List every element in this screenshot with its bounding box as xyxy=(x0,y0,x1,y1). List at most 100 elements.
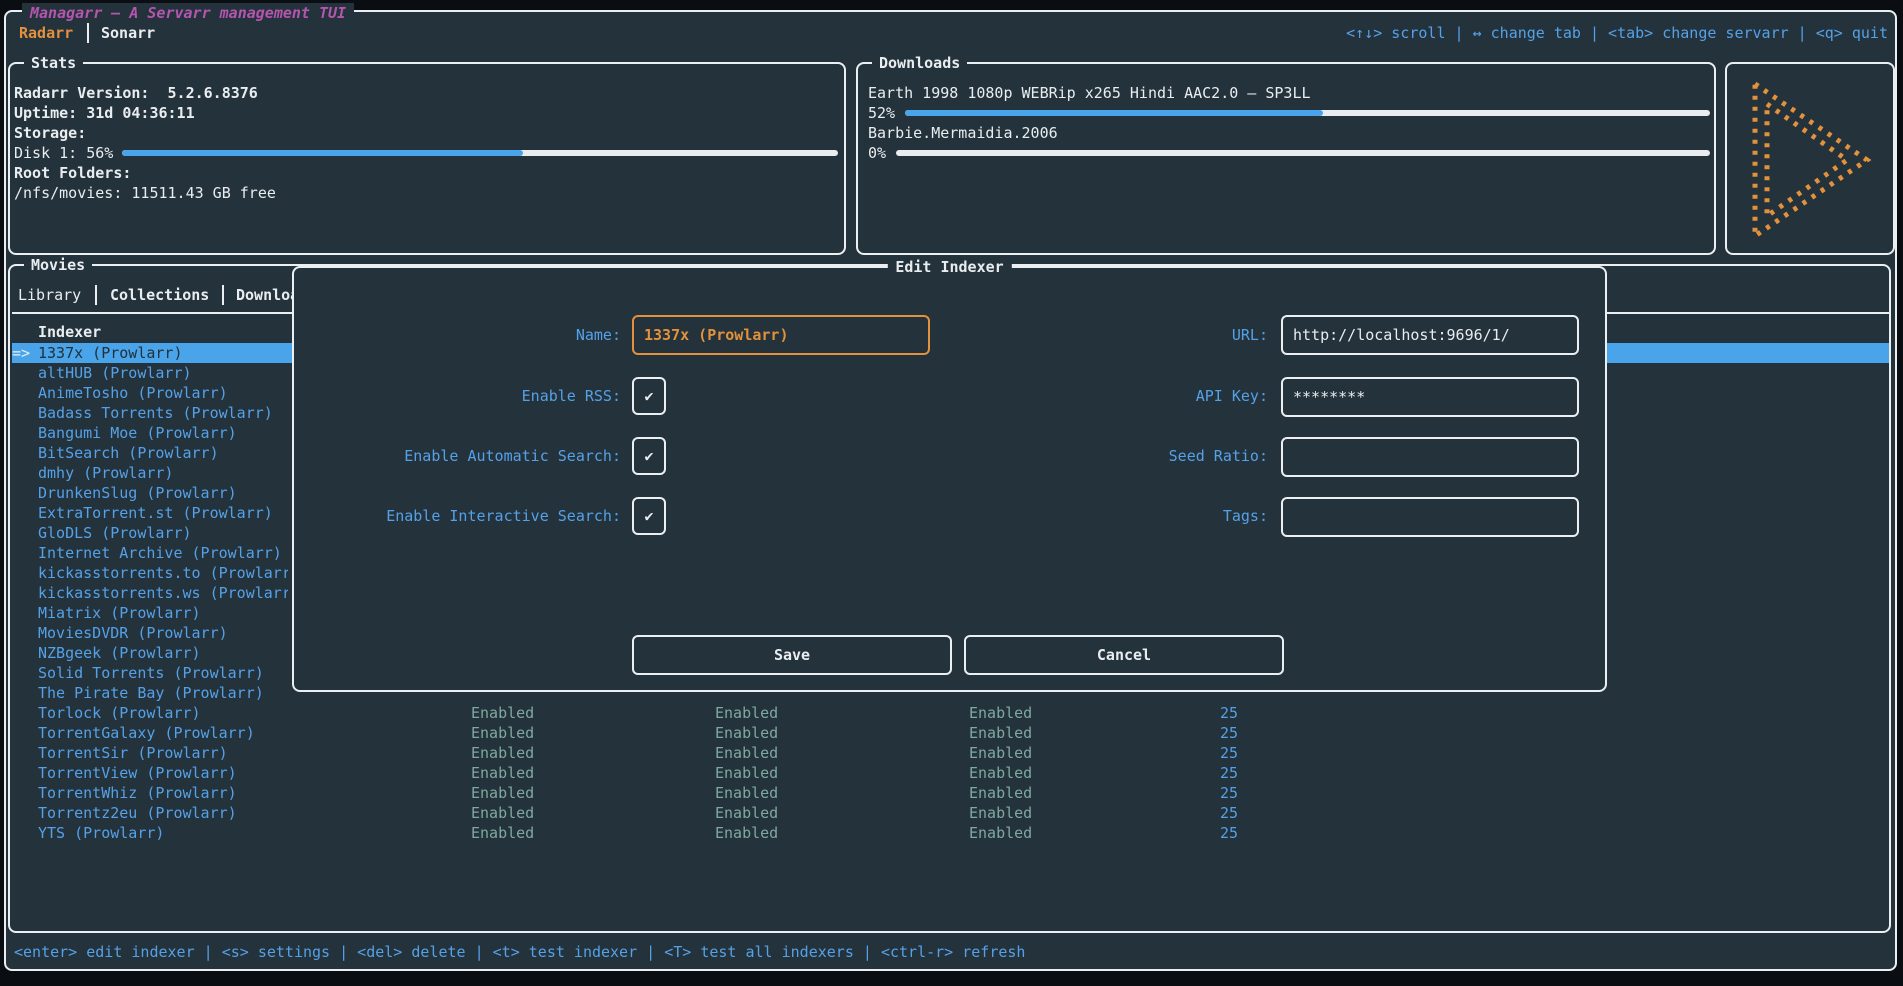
movies-panel-title: Movies xyxy=(24,255,92,275)
indexer-list-item[interactable]: kickasstorrents.to (Prowlarr) xyxy=(38,563,288,583)
indexer-priority-cell: 25 xyxy=(1150,803,1238,823)
downloads-panel-title: Downloads xyxy=(872,53,967,73)
indexer-list-item[interactable]: Torlock (Prowlarr) xyxy=(38,703,288,723)
enable-interactive-search-checkbox[interactable]: ✔ xyxy=(632,497,666,535)
indexer-enabled-cell: Enabled xyxy=(715,783,778,803)
indexer-list-item[interactable]: DrunkenSlug (Prowlarr) xyxy=(38,483,288,503)
enable-automatic-search-checkbox[interactable]: ✔ xyxy=(632,437,666,475)
stats-version: Radarr Version: 5.2.6.8376 xyxy=(14,83,258,103)
tags-input[interactable] xyxy=(1281,497,1579,537)
name-input[interactable]: 1337x (Prowlarr) xyxy=(632,315,930,355)
indexer-list-item[interactable]: GloDLS (Prowlarr) xyxy=(38,523,288,543)
indexer-list-item[interactable]: Bangumi Moe (Prowlarr) xyxy=(38,423,288,443)
api-key-input[interactable]: ******** xyxy=(1281,377,1579,417)
indexer-list-item[interactable]: AnimeTosho (Prowlarr) xyxy=(38,383,288,403)
stats-disk-label: Disk 1: 56% xyxy=(14,143,113,163)
indexer-list-item[interactable]: dmhy (Prowlarr) xyxy=(38,463,288,483)
download-progress-bar xyxy=(896,150,1710,156)
indexer-list-item[interactable]: 1337x (Prowlarr) xyxy=(38,343,288,363)
url-label: URL: xyxy=(968,325,1268,345)
indexer-list-item[interactable]: TorrentWhiz (Prowlarr) xyxy=(38,783,288,803)
indexer-priority-cell: 25 xyxy=(1150,823,1238,843)
indexer-enabled-cell: Enabled xyxy=(471,783,534,803)
api-key-label: API Key: xyxy=(968,386,1268,406)
indexer-enabled-cell: Enabled xyxy=(715,823,778,843)
seed-ratio-input[interactable] xyxy=(1281,437,1579,477)
indexer-priority-cell: 25 xyxy=(1150,703,1238,723)
indexer-enabled-cell: Enabled xyxy=(471,823,534,843)
indexer-enabled-cell: Enabled xyxy=(715,803,778,823)
movies-tab-separator xyxy=(222,285,224,305)
indexer-priority-cell: 25 xyxy=(1150,743,1238,763)
movies-tab-collections[interactable]: Collections xyxy=(110,285,209,305)
disk-usage-bar xyxy=(122,150,838,156)
tab-separator xyxy=(87,23,89,43)
stats-uptime: Uptime: 31d 04:36:11 xyxy=(14,103,195,123)
indexer-list-item[interactable]: Miatrix (Prowlarr) xyxy=(38,603,288,623)
indexer-list-item[interactable]: The Pirate Bay (Prowlarr) xyxy=(38,683,288,703)
indexer-list-item[interactable]: kickasstorrents.ws (Prowlarr) xyxy=(38,583,288,603)
managarr-screen: Managarr – A Servarr management TUI Rada… xyxy=(0,0,1903,986)
save-button[interactable]: Save xyxy=(632,635,952,675)
enable-automatic-search-label: Enable Automatic Search: xyxy=(321,446,621,466)
indexer-list-item[interactable]: MoviesDVDR (Prowlarr) xyxy=(38,623,288,643)
indexer-enabled-cell: Enabled xyxy=(715,723,778,743)
indexer-enabled-cell: Enabled xyxy=(471,703,534,723)
edit-indexer-modal: Edit Indexer Name: 1337x (Prowlarr) URL:… xyxy=(292,266,1607,692)
cancel-button[interactable]: Cancel xyxy=(964,635,1284,675)
bottom-keybinds: <enter> edit indexer | <s> settings | <d… xyxy=(14,942,1025,962)
indexer-column-header: Indexer xyxy=(38,322,101,342)
enable-rss-checkbox[interactable]: ✔ xyxy=(632,377,666,415)
indexer-enabled-cell: Enabled xyxy=(715,703,778,723)
indexer-enabled-cell: Enabled xyxy=(969,703,1032,723)
indexer-enabled-cell: Enabled xyxy=(969,743,1032,763)
movies-tab-downloads[interactable]: Downloads xyxy=(236,285,292,305)
indexer-list-item[interactable]: TorrentSir (Prowlarr) xyxy=(38,743,288,763)
indexer-priority-cell: 25 xyxy=(1150,763,1238,783)
download-item-percent: 0% xyxy=(868,143,886,163)
stats-rootfolder-line: /nfs/movies: 11511.43 GB free xyxy=(14,183,276,203)
download-item-name: Earth 1998 1080p WEBRip x265 Hindi AAC2.… xyxy=(868,83,1311,103)
indexer-enabled-cell: Enabled xyxy=(471,723,534,743)
enable-rss-label: Enable RSS: xyxy=(321,386,621,406)
tags-label: Tags: xyxy=(968,506,1268,526)
indexer-list-item[interactable]: BitSearch (Prowlarr) xyxy=(38,443,288,463)
indexer-list-item[interactable]: Badass Torrents (Prowlarr) xyxy=(38,403,288,423)
indexer-enabled-cell: Enabled xyxy=(471,803,534,823)
stats-storage-label: Storage: xyxy=(14,123,86,143)
indexer-list-item[interactable]: YTS (Prowlarr) xyxy=(38,823,288,843)
indexer-list-item[interactable]: TorrentGalaxy (Prowlarr) xyxy=(38,723,288,743)
indexer-enabled-cell: Enabled xyxy=(715,743,778,763)
indexer-list-item[interactable]: Torrentz2eu (Prowlarr) xyxy=(38,803,288,823)
movies-tab-separator xyxy=(95,285,97,305)
download-progress-bar xyxy=(905,110,1710,116)
indexer-list-item[interactable]: Solid Torrents (Prowlarr) xyxy=(38,663,288,683)
indexer-list-item[interactable]: TorrentView (Prowlarr) xyxy=(38,763,288,783)
indexer-list-item[interactable]: altHUB (Prowlarr) xyxy=(38,363,288,383)
download-item-name: Barbie.Mermaidia.2006 xyxy=(868,123,1058,143)
indexer-enabled-cell: Enabled xyxy=(715,763,778,783)
indexer-enabled-cell: Enabled xyxy=(969,723,1032,743)
selection-cursor: => xyxy=(12,343,30,363)
indexer-list-item[interactable]: NZBgeek (Prowlarr) xyxy=(38,643,288,663)
indexer-enabled-cell: Enabled xyxy=(969,823,1032,843)
indexer-list-item[interactable]: Internet Archive (Prowlarr) xyxy=(38,543,288,563)
seed-ratio-label: Seed Ratio: xyxy=(968,446,1268,466)
disk-usage-bar-fill xyxy=(122,150,523,156)
indexer-priority-cell: 25 xyxy=(1150,723,1238,743)
managarr-logo-icon xyxy=(1739,70,1885,250)
url-input[interactable]: http://localhost:9696/1/ xyxy=(1281,315,1579,355)
app-title: Managarr – A Servarr management TUI xyxy=(22,3,354,23)
indexer-list-item[interactable]: ExtraTorrent.st (Prowlarr) xyxy=(38,503,288,523)
tab-radarr[interactable]: Radarr xyxy=(19,23,73,43)
movies-tab-library[interactable]: Library xyxy=(18,285,81,305)
tab-sonarr[interactable]: Sonarr xyxy=(101,23,155,43)
enable-interactive-search-label: Enable Interactive Search: xyxy=(321,506,621,526)
indexer-priority-cell: 25 xyxy=(1150,783,1238,803)
name-label: Name: xyxy=(321,325,621,345)
stats-rootfolders-label: Root Folders: xyxy=(14,163,131,183)
indexer-enabled-cell: Enabled xyxy=(969,783,1032,803)
stats-panel-title: Stats xyxy=(24,53,83,73)
indexer-enabled-cell: Enabled xyxy=(471,743,534,763)
download-progress-fill xyxy=(905,110,1324,116)
